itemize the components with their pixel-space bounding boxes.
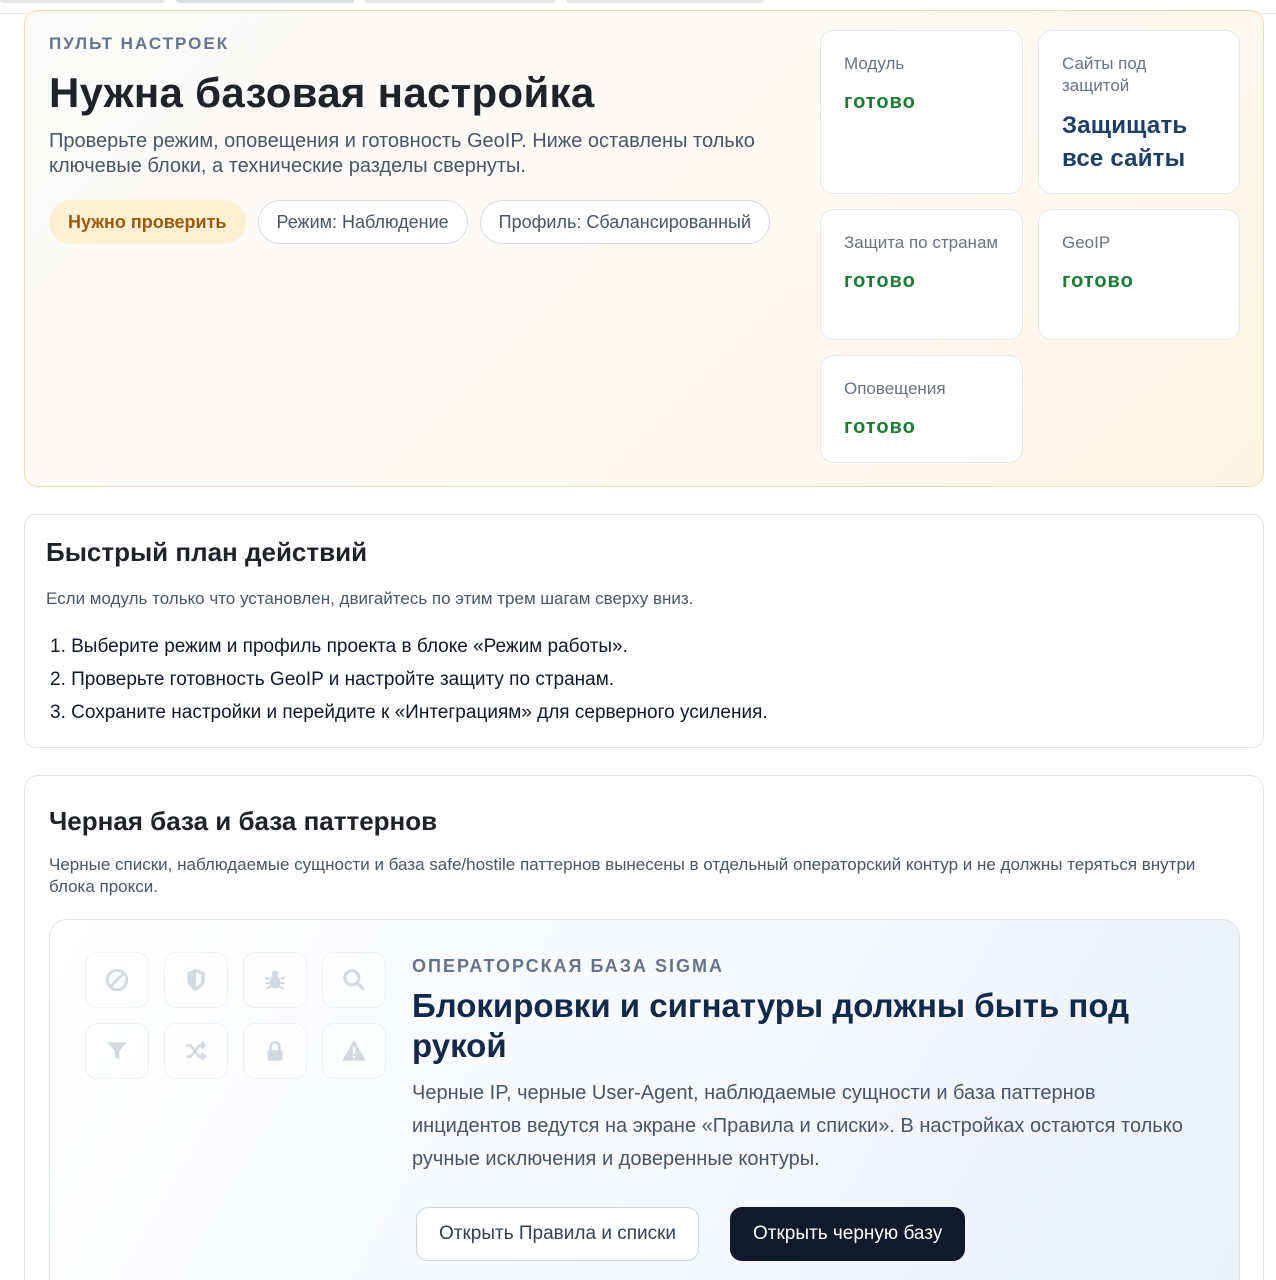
section-title: Черная база и база паттернов [49,806,438,836]
settings-hero-panel: ПУЛЬТ НАСТРОЕК Нужна базовая настройка П… [24,10,1264,487]
section-subtitle: Черные списки, наблюдаемые сущности и ба… [49,855,1196,896]
ban-icon [85,952,149,1008]
stat-label: Сайты под защитой [1062,54,1147,95]
stat-card-alerts: Оповещения готово [820,355,1023,463]
stat-value: готово [844,91,916,113]
stat-label: GeoIP [1062,233,1111,252]
stat-card-module: Модуль готово [820,30,1023,194]
search-icon [322,952,386,1008]
quick-plan-panel: Быстрый план действий Если модуль только… [24,514,1264,748]
stat-value: готово [844,416,916,438]
sigma-operator-card: ОПЕРАТОРСКАЯ БАЗА SIGMA Блокировки и сиг… [49,919,1240,1280]
tab-indicator [0,0,165,3]
stat-card-protected-sites: Сайты под защитой Защищать все сайты [1038,30,1240,194]
sigma-title: Блокировки и сигнатуры должны быть под р… [412,987,1130,1064]
stat-value: готово [1062,270,1134,292]
list-item: 3. Сохраните настройки и перейдите к «Ин… [50,702,768,723]
stat-label: Защита по странам [844,233,999,252]
decor-icon-grid [85,952,386,1079]
plan-steps: 1. Выберите режим и профиль проекта в бл… [50,630,768,729]
tab-indicator-active [176,0,354,3]
sigma-description: Черные IP, черные User-Agent, наблюдаемы… [412,1082,1183,1170]
stat-label: Оповещения [844,379,946,398]
stat-card-geoip: GeoIP готово [1038,209,1240,340]
list-item: 1. Выберите режим и профиль проекта в бл… [50,636,628,657]
open-rules-button[interactable]: Открыть Правила и списки [416,1207,700,1261]
tab-indicator [365,0,555,3]
mode-pill[interactable]: Режим: Наблюдение [257,200,468,244]
section-title: Быстрый план действий [46,537,368,567]
hero-eyebrow: ПУЛЬТ НАСТРОЕК [49,34,230,53]
stat-value: Защищать все сайты [1062,112,1188,172]
stat-label: Модуль [844,54,905,73]
shuffle-icon [164,1023,228,1079]
open-blacklist-button[interactable]: Открыть черную базу [730,1207,966,1261]
bug-icon [243,952,307,1008]
filter-icon [85,1023,149,1079]
shield-icon [164,952,228,1008]
status-pills: Нужно проверить Режим: Наблюдение Профил… [49,200,771,244]
list-item: 2. Проверьте готовность GeoIP и настройт… [50,669,615,690]
tab-indicator [566,0,764,3]
status-badge-needs-check: Нужно проверить [49,200,246,244]
stat-card-country-protection: Защита по странам готово [820,209,1023,340]
section-subtitle: Если модуль только что установлен, двига… [46,589,694,608]
warning-icon [322,1023,386,1079]
profile-pill[interactable]: Профиль: Сбалансированный [479,200,771,244]
stat-value: готово [844,270,916,292]
lock-icon [243,1023,307,1079]
page-title: Нужна базовая настройка [49,69,595,116]
hero-description: Проверьте режим, оповещения и готовность… [49,130,755,177]
sigma-eyebrow: ОПЕРАТОРСКАЯ БАЗА SIGMA [412,956,725,976]
blacklist-panel: Черная база и база паттернов Черные спис… [24,775,1264,1280]
